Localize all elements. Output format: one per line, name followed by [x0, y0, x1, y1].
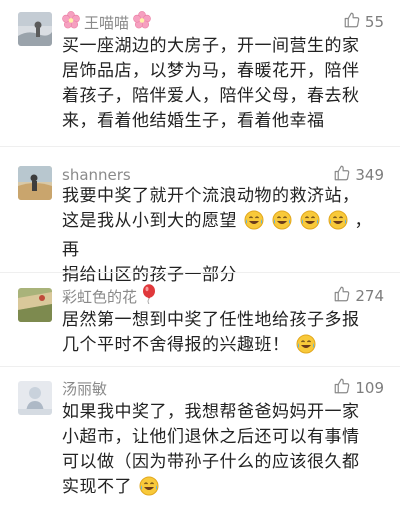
avatar[interactable]: [18, 288, 52, 322]
comment-line: 来，看着他结婚生子，看着他幸福: [62, 111, 325, 131]
comment-line: 几个平时不舍得报的兴趣班！: [62, 333, 384, 362]
like-count: 274: [355, 287, 384, 305]
username[interactable]: 彩虹色的花: [62, 286, 137, 307]
cherry-blossom-icon: [133, 11, 151, 33]
comment-header: 王喵喵: [62, 10, 151, 34]
comment-line: 小超市，让他们退休之后还可以有事情: [62, 427, 360, 447]
comment-line-part: 这是我从小到大的愿望: [62, 211, 237, 231]
comment-text: 如果我中奖了，我想帮爸爸妈妈开一家 小超市，让他们退休之后还可以有事情 可以做（…: [62, 400, 384, 504]
thumbs-up-icon: [343, 11, 361, 33]
comment-line: 可以做（因为带孙子什么的应该很久都: [62, 452, 360, 472]
avatar[interactable]: [18, 381, 52, 415]
thumbs-up-icon: [333, 285, 351, 307]
thumbs-up-icon: [333, 164, 351, 186]
divider: [0, 272, 400, 273]
comment-header: 汤丽敏: [62, 376, 107, 400]
avatar[interactable]: [18, 166, 52, 200]
like-button[interactable]: 109: [333, 376, 384, 400]
like-count: 109: [355, 379, 384, 397]
comment-line: 我要中奖了就开个流浪动物的救济站，: [62, 186, 360, 206]
divider: [0, 366, 400, 367]
comment-line: 居然第一想到中奖了任性地给孩子多报: [62, 310, 360, 330]
comment-text: 买一座湖边的大房子，开一间营生的家 居饰品店，以梦为马，春暖花开，陪伴 着孩子，…: [62, 34, 384, 134]
avatar[interactable]: [18, 12, 52, 46]
comment-line: 买一座湖边的大房子，开一间营生的家: [62, 36, 360, 56]
comment-feed: 王喵喵 55 买一座湖边的大房子，开一间营生的家 居饰品店，以梦为马，春暖花开，…: [0, 0, 400, 511]
face-with-tears-of-joy-icon: [272, 210, 292, 238]
face-with-tears-of-joy-icon: [328, 210, 348, 238]
comment-line: 着孩子，陪伴爱人，陪伴父母，春去秋: [62, 86, 360, 106]
divider: [0, 146, 400, 147]
like-count: 349: [355, 166, 384, 184]
face-with-tears-of-joy-icon: [139, 476, 159, 504]
comment-text: 居然第一想到中奖了任性地给孩子多报 几个平时不舍得报的兴趣班！: [62, 308, 384, 362]
face-with-tears-of-joy-icon: [300, 210, 320, 238]
comment-header: 彩虹色的花: [62, 284, 157, 308]
comment-line-part: 实现不了: [62, 477, 132, 497]
username[interactable]: 汤丽敏: [62, 378, 107, 399]
comment-line: 如果我中奖了，我想帮爸爸妈妈开一家: [62, 402, 360, 422]
thumbs-up-icon: [333, 377, 351, 399]
face-with-tears-of-joy-icon: [244, 210, 264, 238]
username[interactable]: shanners: [62, 166, 131, 184]
balloon-icon: [141, 284, 157, 308]
comment-line: 实现不了: [62, 475, 384, 504]
face-with-tears-of-joy-icon: [296, 334, 316, 362]
cherry-blossom-icon: [62, 11, 80, 33]
like-button[interactable]: 274: [333, 284, 384, 308]
comment-line: 居饰品店，以梦为马，春暖花开，陪伴: [62, 61, 360, 81]
like-button[interactable]: 55: [343, 10, 384, 34]
comment-line: 这是我从小到大的愿望 ，再: [62, 209, 384, 263]
comment-line-part: 几个平时不舍得报的兴趣班！: [62, 335, 290, 355]
like-count: 55: [364, 13, 384, 31]
username[interactable]: 王喵喵: [84, 12, 129, 33]
